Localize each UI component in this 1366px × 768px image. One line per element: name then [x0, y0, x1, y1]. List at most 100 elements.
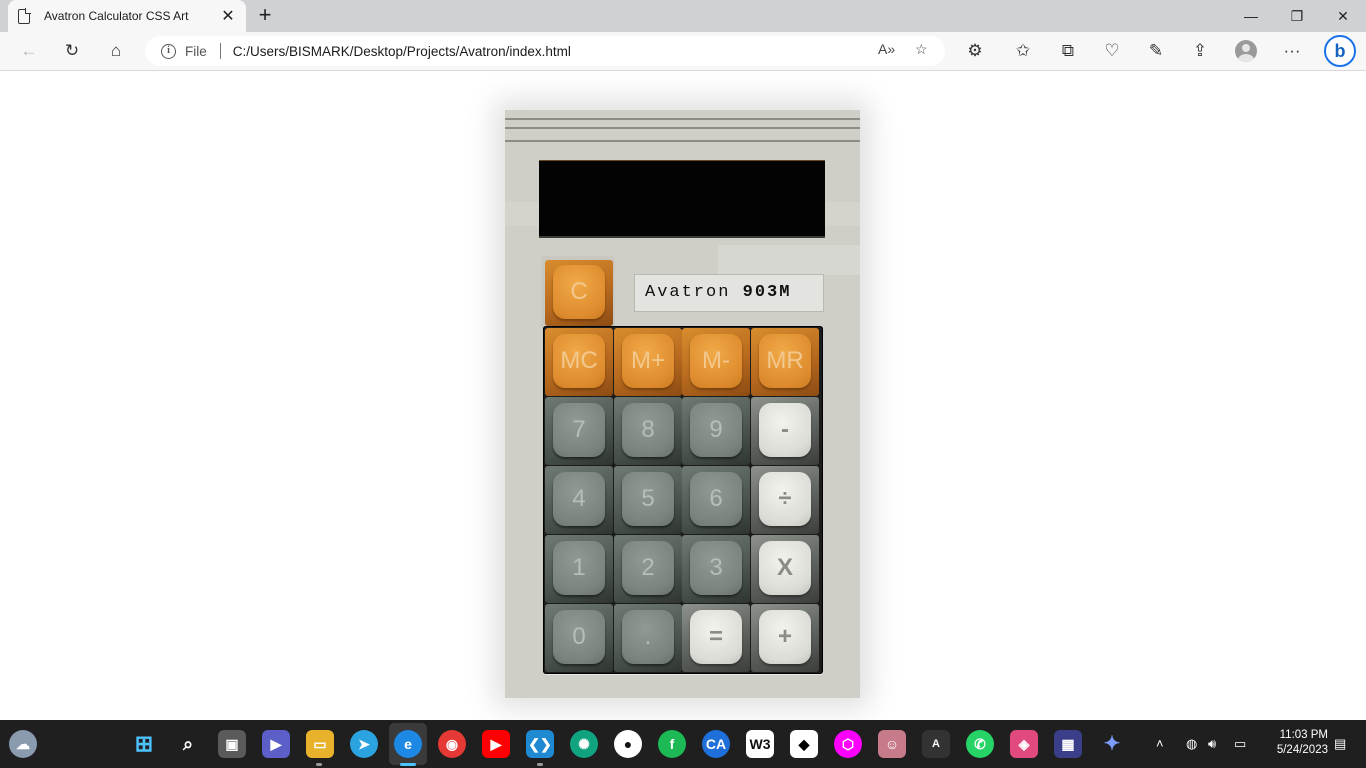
key-label: 1 [553, 541, 605, 595]
weather-icon[interactable]: ☁ [9, 730, 37, 758]
new-tab-button[interactable]: + [252, 3, 278, 29]
freecodecamp-icon[interactable]: f [658, 730, 686, 758]
address-bar[interactable]: i File C:/Users/BISMARK/Desktop/Projects… [145, 36, 945, 66]
key-5[interactable]: 5 [614, 466, 682, 534]
key-9[interactable]: 9 [682, 397, 750, 465]
key-label: 8 [622, 403, 674, 457]
collections-icon[interactable]: ⧉ [1053, 37, 1083, 65]
key-7[interactable]: 7 [545, 397, 613, 465]
key-6[interactable]: 6 [682, 466, 750, 534]
telegram-icon[interactable]: ➤ [350, 730, 378, 758]
browser-toolbar: ← ↻ ⌂ i File C:/Users/BISMARK/Desktop/Pr… [0, 32, 1366, 71]
notifications-icon[interactable]: ▤ [1334, 720, 1346, 768]
app-avatar-icon[interactable]: ☺ [878, 730, 906, 758]
address-separator [219, 43, 221, 59]
w3schools-icon[interactable]: W3 [746, 730, 774, 758]
top-stripe [505, 140, 860, 142]
key-decimal[interactable]: . [614, 604, 682, 672]
key-3[interactable]: 3 [682, 535, 750, 603]
key-mc[interactable]: MC [545, 328, 613, 396]
key-label: 2 [622, 541, 674, 595]
key-label: + [759, 610, 811, 664]
close-tab-icon[interactable]: ✕ [220, 6, 236, 26]
key-multiply[interactable]: X [751, 535, 819, 603]
codeacademy-icon[interactable]: CA [702, 730, 730, 758]
refresh-icon[interactable]: ↻ [57, 37, 87, 65]
task-view-icon[interactable]: ▣ [218, 730, 246, 758]
key-m-minus[interactable]: M- [682, 328, 750, 396]
github-icon[interactable]: ● [614, 730, 642, 758]
add-favorite-icon[interactable]: ☆ [915, 41, 928, 58]
key-clear[interactable]: C [545, 260, 613, 326]
calculator-body: C Avatron 903M MC M+ M- MR 7 8 9 - 4 5 6… [505, 110, 860, 698]
brand-name: Avatron [645, 283, 731, 302]
key-divide[interactable]: ÷ [751, 466, 819, 534]
chrome-icon[interactable]: ◉ [438, 730, 466, 758]
read-aloud-icon[interactable]: A» [878, 41, 895, 57]
share-icon[interactable]: ⇪ [1185, 37, 1215, 65]
top-stripe [505, 127, 860, 129]
file-explorer-icon[interactable]: ▭ [306, 730, 334, 758]
network-icon[interactable]: ◍ [1186, 720, 1197, 768]
key-label: = [690, 610, 742, 664]
key-subtract[interactable]: - [751, 397, 819, 465]
brand-model: 903M [742, 283, 792, 302]
favorites-icon[interactable]: ✩ [1008, 37, 1038, 65]
top-stripe [505, 118, 860, 120]
chatgpt-icon[interactable]: ✺ [570, 730, 598, 758]
codepen-icon[interactable]: ◆ [790, 730, 818, 758]
bing-icon[interactable]: b [1324, 35, 1356, 67]
copilot-icon[interactable]: ✦ [1098, 730, 1126, 758]
key-label: 4 [553, 472, 605, 526]
whatsapp-icon[interactable]: ✆ [966, 730, 994, 758]
key-add[interactable]: + [751, 604, 819, 672]
key-label: MR [759, 334, 811, 388]
clock[interactable]: 11:03 PM 5/24/2023 [1262, 728, 1328, 758]
restore-button[interactable]: ❐ [1274, 0, 1320, 32]
key-0[interactable]: 0 [545, 604, 613, 672]
clock-time: 11:03 PM [1279, 729, 1328, 741]
profile-avatar[interactable] [1235, 40, 1257, 62]
key-label: 7 [553, 403, 605, 457]
running-indicator [400, 763, 416, 766]
key-2[interactable]: 2 [614, 535, 682, 603]
key-8[interactable]: 8 [614, 397, 682, 465]
key-m-plus[interactable]: M+ [614, 328, 682, 396]
key-equals[interactable]: = [682, 604, 750, 672]
battery-icon[interactable]: ▭ [1234, 720, 1246, 768]
performance-icon[interactable]: ♡ [1097, 37, 1127, 65]
info-icon[interactable]: i [161, 43, 176, 59]
youtube-icon[interactable]: ▶ [482, 730, 510, 758]
running-indicator [537, 763, 543, 766]
extensions-icon[interactable]: ⚙ [960, 37, 990, 65]
key-label: 0 [553, 610, 605, 664]
key-1[interactable]: 1 [545, 535, 613, 603]
teams-icon[interactable]: ▶ [262, 730, 290, 758]
edge-icon[interactable]: e [394, 730, 422, 758]
minimize-button[interactable]: — [1228, 0, 1274, 32]
start-icon[interactable]: ⊞ [130, 730, 158, 758]
brand-plate: Avatron 903M [634, 274, 824, 312]
vscode-icon[interactable]: ❮❯ [526, 730, 554, 758]
app-diamond-icon[interactable]: ◈ [1010, 730, 1038, 758]
url-text[interactable]: C:/Users/BISMARK/Desktop/Projects/Avatro… [233, 44, 571, 59]
key-label: C [553, 265, 605, 319]
volume-icon[interactable]: 🔊︎ [1208, 720, 1216, 768]
key-mr[interactable]: MR [751, 328, 819, 396]
edit-icon[interactable]: ✎ [1141, 37, 1171, 65]
key-label: MC [553, 334, 605, 388]
taskbar: ☁ ⊞ ⌕ ▣ ▶ ▭ ➤ e ◉ ▶ ❮❯ ✺ ● f CA W3 ◆ ⬡ ☺… [0, 720, 1366, 768]
key-label: M- [690, 334, 742, 388]
more-menu-icon[interactable]: ··· [1277, 37, 1307, 65]
close-window-button[interactable]: ✕ [1320, 0, 1366, 32]
back-arrow-icon[interactable]: ← [14, 37, 44, 65]
key-4[interactable]: 4 [545, 466, 613, 534]
home-icon[interactable]: ⌂ [101, 37, 131, 65]
key-label: M+ [622, 334, 674, 388]
tab-active[interactable]: Avatron Calculator CSS Art ✕ [8, 0, 246, 32]
app-hexagon-icon[interactable]: ⬡ [834, 730, 862, 758]
chevron-up-icon[interactable]: ˄ [1156, 720, 1164, 768]
app-a-icon[interactable]: A [922, 730, 950, 758]
app-square-icon[interactable]: ▦ [1054, 730, 1082, 758]
search-icon[interactable]: ⌕ [174, 730, 202, 758]
